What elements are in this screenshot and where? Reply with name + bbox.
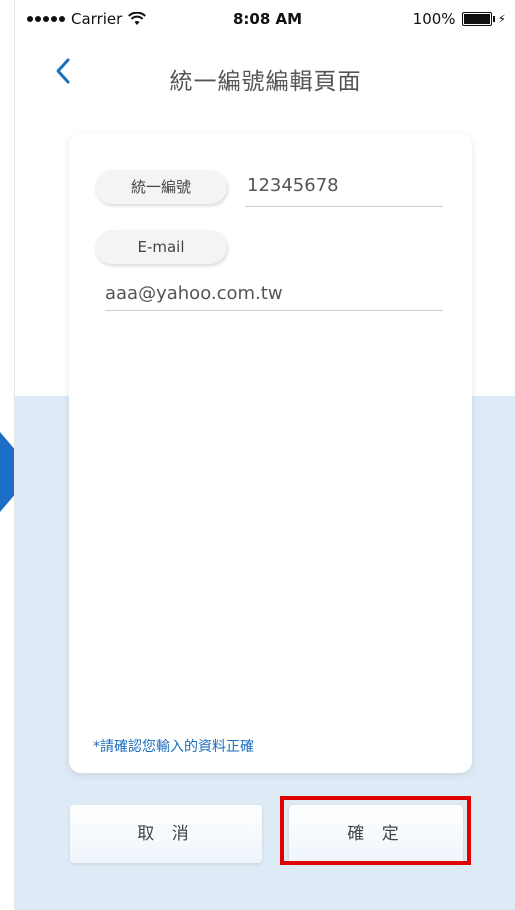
signal-dots-icon xyxy=(27,16,65,22)
carrier-label: Carrier xyxy=(71,10,123,28)
wifi-icon xyxy=(128,12,147,25)
email-input[interactable]: aaa@yahoo.com.tw xyxy=(105,283,283,304)
confirm-note: *請確認您輸入的資料正確 xyxy=(93,739,254,755)
email-label: E-mail xyxy=(95,230,227,264)
phone-screen: Carrier 8:08 AM 100% ⚡ 統一編號編輯頁面 統一編號 123… xyxy=(14,0,515,910)
battery-percent: 100% xyxy=(412,10,456,28)
email-underline xyxy=(105,310,443,311)
battery-icon xyxy=(461,12,495,26)
tax-id-underline xyxy=(245,206,443,207)
charging-bolt-icon: ⚡ xyxy=(497,12,506,26)
clock: 8:08 AM xyxy=(233,10,303,28)
cancel-button[interactable]: 取 消 xyxy=(70,805,262,863)
tax-id-label: 統一編號 xyxy=(95,170,227,204)
status-bar: Carrier 8:08 AM 100% ⚡ xyxy=(15,0,515,40)
tax-id-input[interactable]: 12345678 xyxy=(247,175,339,196)
nav-bar: 統一編號編輯頁面 xyxy=(15,48,515,98)
page-title: 統一編號編輯頁面 xyxy=(169,69,362,95)
confirm-highlight-box xyxy=(280,796,471,865)
form-card: 統一編號 12345678 E-mail aaa@yahoo.com.tw *請… xyxy=(69,133,472,773)
